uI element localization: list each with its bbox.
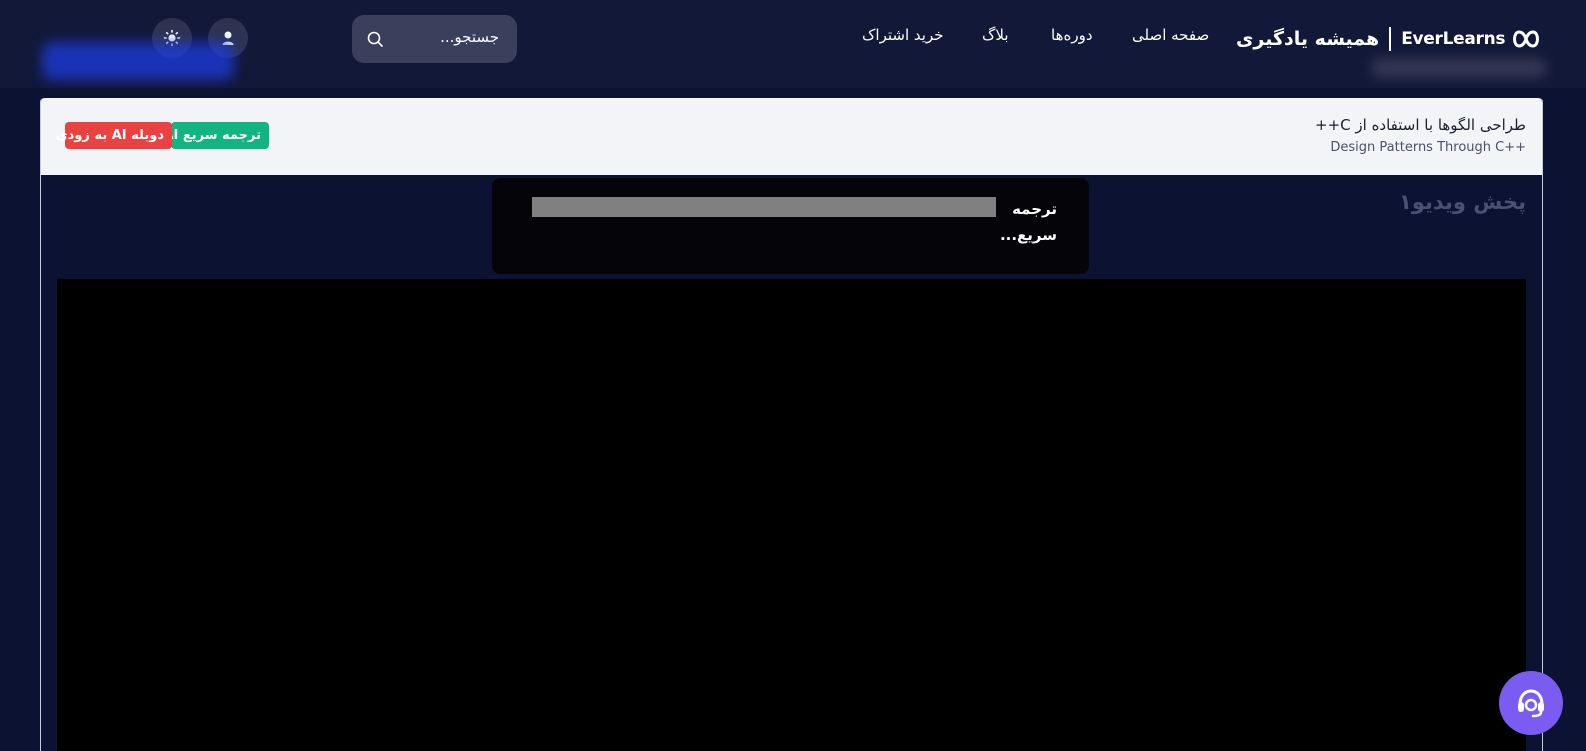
logo-text-en: EverLearns <box>1401 29 1506 49</box>
search-icon[interactable] <box>366 30 384 48</box>
video-section-title: پخش ویدیو۱ <box>1399 190 1526 214</box>
support-chat-button[interactable] <box>1499 671 1563 735</box>
background-blur <box>42 42 234 80</box>
course-player-card: طراحی الگوها با استفاده از C++ Design Pa… <box>40 98 1543 751</box>
logo-text-fa: همیشه یادگیری <box>1236 28 1380 50</box>
ai-dub-badge: دوبله AI به زودی <box>56 122 172 149</box>
site-logo[interactable]: همیشه یادگیری EverLearns <box>1236 24 1541 54</box>
course-subtitle: Design Patterns Through C++ <box>1330 140 1526 155</box>
infinity-logo-icon <box>1513 30 1540 48</box>
translation-progress-bar <box>532 197 996 217</box>
nav-home[interactable]: صفحه اصلی <box>1132 26 1209 50</box>
search-box[interactable]: جستجو... <box>352 15 517 63</box>
search-input[interactable]: جستجو... <box>440 28 499 46</box>
nav-subscribe[interactable]: خرید اشتراک <box>862 26 944 50</box>
site-header: همیشه یادگیری EverLearns صفحه اصلی دوره‌… <box>0 0 1586 88</box>
nav-blog[interactable]: بلاگ <box>982 26 1009 50</box>
nav-courses[interactable]: دوره‌ها <box>1051 26 1093 50</box>
course-title: طراحی الگوها با استفاده از C++ <box>1315 116 1526 134</box>
background-blur <box>1372 58 1546 78</box>
translation-status-overlay: ترجمه سریع... <box>492 178 1089 274</box>
headset-icon <box>1518 689 1544 718</box>
logo-separator <box>1389 27 1392 51</box>
course-header: طراحی الگوها با استفاده از C++ Design Pa… <box>41 98 1542 175</box>
video-player[interactable] <box>57 279 1526 751</box>
translation-status-label: ترجمه سریع... <box>999 200 1057 244</box>
ai-translate-badge: ترجمه سریع AI <box>163 122 269 149</box>
